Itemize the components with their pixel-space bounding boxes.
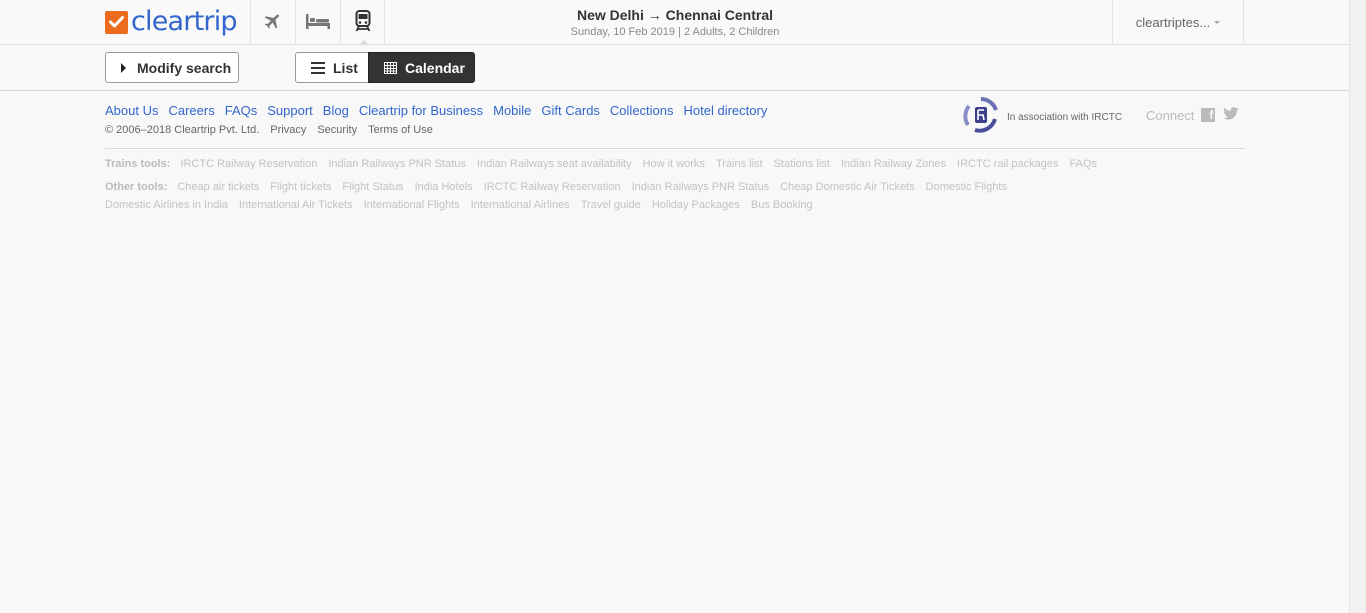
footer-link[interactable]: Hotel directory: [684, 103, 768, 118]
trains-tool-link[interactable]: Indian Railways seat availability: [477, 158, 632, 170]
trains-tool-link[interactable]: IRCTC rail packages: [957, 158, 1058, 170]
other-tool-link[interactable]: Cheap air tickets: [177, 181, 259, 193]
other-tool-link[interactable]: Indian Railways PNR Status: [632, 181, 770, 193]
list-view-button[interactable]: List: [295, 52, 369, 83]
copyright-line: © 2006–2018 Cleartrip Pvt. Ltd. Privacy …: [105, 124, 444, 136]
footer-links: About Us Careers FAQs Support Blog Clear…: [105, 103, 777, 118]
footer-link[interactable]: Support: [267, 103, 313, 118]
footer-link[interactable]: About Us: [105, 103, 158, 118]
trains-tool-link[interactable]: Indian Railway Zones: [841, 158, 946, 170]
footer-link[interactable]: FAQs: [225, 103, 258, 118]
footer-link[interactable]: Careers: [168, 103, 214, 118]
other-tool-link[interactable]: Bus Booking: [751, 199, 813, 211]
other-tool-link[interactable]: Travel guide: [581, 199, 641, 211]
other-tool-link[interactable]: International Air Tickets: [239, 199, 353, 211]
trains-tool-link[interactable]: How it works: [643, 158, 705, 170]
footer-link[interactable]: Cleartrip for Business: [359, 103, 483, 118]
tab-trains[interactable]: [340, 0, 385, 46]
footer-link[interactable]: Blog: [323, 103, 349, 118]
calendar-view-label: Calendar: [405, 59, 465, 76]
train-icon: [355, 9, 371, 36]
route-title: New Delhi → Chennai Central: [576, 7, 774, 23]
social-connect: Connect f: [1146, 107, 1239, 123]
other-tools: Other tools: Cheap air tickets Flight ti…: [105, 181, 1135, 211]
other-tool-link[interactable]: Cheap Domestic Air Tickets: [780, 181, 915, 193]
irctc-association: In association with IRCTC: [961, 96, 1122, 138]
calendar-view-button[interactable]: Calendar: [368, 52, 475, 83]
connect-label: Connect: [1146, 107, 1195, 123]
other-tools-heading: Other tools:: [105, 181, 168, 193]
modify-search-button[interactable]: Modify search: [105, 52, 239, 83]
other-tool-link[interactable]: Flight tickets: [270, 181, 331, 193]
privacy-link[interactable]: Privacy: [270, 124, 306, 136]
cleartrip-logo[interactable]: cleartrip: [105, 6, 238, 37]
irctc-logo-icon: [961, 96, 1001, 138]
tab-flights[interactable]: [250, 0, 295, 45]
other-tool-link[interactable]: Flight Status: [342, 181, 403, 193]
calendar-icon: [384, 61, 397, 74]
trains-tool-link[interactable]: Stations list: [774, 158, 830, 170]
other-tool-link[interactable]: Holiday Packages: [652, 199, 740, 211]
trains-tools-heading: Trains tools:: [105, 158, 171, 170]
trains-tools: Trains tools: IRCTC Railway Reservation …: [105, 158, 1108, 170]
account-name: cleartriptes...: [1135, 15, 1211, 30]
footer-link[interactable]: Gift Cards: [541, 103, 600, 118]
play-triangle-icon: [121, 62, 126, 73]
results-toolbar: Modify search List Calendar: [0, 45, 1349, 91]
list-view-label: List: [333, 59, 358, 76]
list-icon: [311, 61, 325, 74]
trains-tool-link[interactable]: IRCTC Railway Reservation: [180, 158, 317, 170]
search-summary: New Delhi → Chennai Central Sunday, 10 F…: [560, 7, 790, 39]
airplane-icon: [262, 11, 284, 35]
footer-divider: [105, 148, 1245, 149]
vertical-scrollbar[interactable]: [1349, 0, 1366, 613]
twitter-icon[interactable]: [1223, 107, 1239, 123]
bed-icon: [305, 12, 331, 34]
trains-tool-link[interactable]: FAQs: [1070, 158, 1098, 170]
security-link[interactable]: Security: [317, 124, 357, 136]
chevron-down-icon: [1214, 21, 1221, 24]
checkmark-icon: [105, 10, 128, 34]
other-tool-link[interactable]: International Flights: [364, 199, 460, 211]
footer-link[interactable]: Mobile: [493, 103, 531, 118]
brand-name: cleartrip: [131, 6, 238, 37]
trains-tool-link[interactable]: Indian Railways PNR Status: [328, 158, 466, 170]
facebook-icon[interactable]: f: [1201, 108, 1216, 122]
footer-link[interactable]: Collections: [610, 103, 674, 118]
route-details: Sunday, 10 Feb 2019 | 2 Adults, 2 Childr…: [570, 26, 780, 38]
copyright-text: © 2006–2018 Cleartrip Pvt. Ltd.: [105, 124, 260, 136]
irctc-text: In association with IRCTC: [1007, 111, 1123, 123]
account-menu[interactable]: cleartriptes...: [1112, 0, 1244, 45]
other-tool-link[interactable]: Domestic Airlines in India: [105, 199, 228, 211]
tab-hotels[interactable]: [295, 0, 340, 45]
trains-tool-link[interactable]: Trains list: [716, 158, 763, 170]
other-tool-link[interactable]: International Airlines: [471, 199, 570, 211]
other-tool-link[interactable]: India Hotels: [415, 181, 473, 193]
terms-link[interactable]: Terms of Use: [368, 124, 433, 136]
top-header: cleartrip New Delhi → Chennai Central Su…: [0, 0, 1349, 46]
modify-search-label: Modify search: [137, 59, 232, 76]
other-tool-link[interactable]: Domestic Flights: [926, 181, 1007, 193]
other-tool-link[interactable]: IRCTC Railway Reservation: [484, 181, 621, 193]
